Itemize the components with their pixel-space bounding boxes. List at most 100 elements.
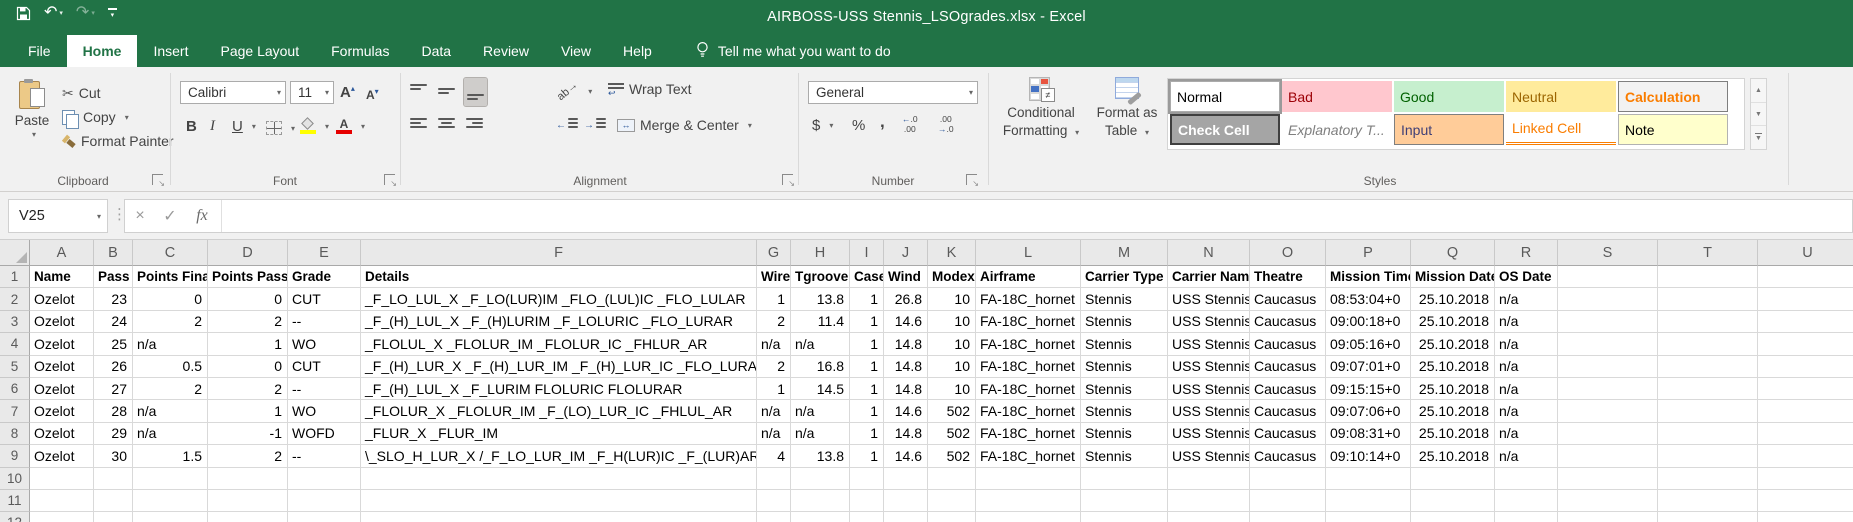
cell-E6[interactable]: --: [288, 378, 361, 400]
cell-R7[interactable]: n/a: [1495, 400, 1558, 422]
tab-data[interactable]: Data: [405, 35, 467, 67]
style-chip-explanatory-t[interactable]: Explanatory T...: [1282, 114, 1392, 145]
paste-button[interactable]: Paste ▾: [8, 76, 56, 139]
row-header-8[interactable]: 8: [0, 423, 30, 445]
cell-M5[interactable]: Stennis: [1081, 356, 1168, 378]
cell-P6[interactable]: 09:15:15+0: [1326, 378, 1411, 400]
cell-O11[interactable]: [1250, 490, 1326, 512]
shrink-font-button[interactable]: A▾: [366, 83, 379, 105]
cell-C1[interactable]: Points Final: [133, 266, 208, 288]
cell-H11[interactable]: [791, 490, 850, 512]
cell-L2[interactable]: FA-18C_hornet: [976, 288, 1081, 310]
font-size-dropdown-icon[interactable]: ▾: [325, 88, 329, 97]
cell-O8[interactable]: Caucasus: [1250, 423, 1326, 445]
cut-button[interactable]: ✂ Cut: [62, 82, 101, 104]
cell-C7[interactable]: n/a: [133, 400, 208, 422]
alignment-dialog-launcher-icon[interactable]: [782, 174, 793, 185]
row-header-12[interactable]: 12: [0, 512, 30, 522]
cell-G5[interactable]: 2: [757, 356, 791, 378]
row-header-9[interactable]: 9: [0, 445, 30, 467]
cell-E12[interactable]: [288, 512, 361, 522]
cell-U8[interactable]: [1758, 423, 1853, 445]
select-all-corner[interactable]: [0, 240, 30, 266]
style-chip-neutral[interactable]: Neutral: [1506, 81, 1616, 112]
cell-T5[interactable]: [1658, 356, 1758, 378]
col-header-F[interactable]: F: [361, 240, 757, 266]
cell-N2[interactable]: USS Stennis: [1168, 288, 1250, 310]
cell-D5[interactable]: 0: [208, 356, 288, 378]
copy-dropdown-icon[interactable]: ▾: [125, 113, 129, 122]
cell-S10[interactable]: [1558, 468, 1658, 490]
cell-N4[interactable]: USS Stennis: [1168, 333, 1250, 355]
cell-G8[interactable]: n/a: [757, 423, 791, 445]
cell-L1[interactable]: Airframe: [976, 266, 1081, 288]
cell-E2[interactable]: CUT: [288, 288, 361, 310]
percent-style-button[interactable]: %: [852, 114, 865, 136]
cell-A4[interactable]: Ozelot: [30, 333, 94, 355]
cell-C6[interactable]: 2: [133, 378, 208, 400]
cell-I6[interactable]: 1: [850, 378, 884, 400]
cell-K5[interactable]: 10: [928, 356, 976, 378]
cell-H6[interactable]: 14.5: [791, 378, 850, 400]
cell-G3[interactable]: 2: [757, 311, 791, 333]
cell-H2[interactable]: 13.8: [791, 288, 850, 310]
cell-D10[interactable]: [208, 468, 288, 490]
cell-U2[interactable]: [1758, 288, 1853, 310]
cell-O5[interactable]: Caucasus: [1250, 356, 1326, 378]
paste-dropdown-icon[interactable]: ▾: [32, 130, 36, 139]
cell-U4[interactable]: [1758, 333, 1853, 355]
increase-decimal-button[interactable]: ←.0.00: [902, 114, 918, 136]
col-header-L[interactable]: L: [976, 240, 1081, 266]
col-header-N[interactable]: N: [1168, 240, 1250, 266]
cell-G9[interactable]: 4: [757, 445, 791, 467]
cell-O12[interactable]: [1250, 512, 1326, 522]
decrease-indent-button[interactable]: ←: [556, 114, 578, 136]
cell-J4[interactable]: 14.8: [884, 333, 928, 355]
cell-P7[interactable]: 09:07:06+0: [1326, 400, 1411, 422]
align-middle-button[interactable]: [438, 80, 455, 102]
cell-A2[interactable]: Ozelot: [30, 288, 94, 310]
font-color-button[interactable]: A ▾: [336, 115, 365, 137]
cell-P2[interactable]: 08:53:04+0: [1326, 288, 1411, 310]
cell-G4[interactable]: n/a: [757, 333, 791, 355]
cell-O9[interactable]: Caucasus: [1250, 445, 1326, 467]
cell-Q5[interactable]: 25.10.2018: [1411, 356, 1495, 378]
align-bottom-button[interactable]: [464, 78, 487, 106]
cell-O2[interactable]: Caucasus: [1250, 288, 1326, 310]
cell-R5[interactable]: n/a: [1495, 356, 1558, 378]
cell-A7[interactable]: Ozelot: [30, 400, 94, 422]
cell-C5[interactable]: 0.5: [133, 356, 208, 378]
cell-E9[interactable]: --: [288, 445, 361, 467]
cell-N10[interactable]: [1168, 468, 1250, 490]
cell-N9[interactable]: USS Stennis: [1168, 445, 1250, 467]
col-header-K[interactable]: K: [928, 240, 976, 266]
cell-G11[interactable]: [757, 490, 791, 512]
number-dialog-launcher-icon[interactable]: [966, 174, 977, 185]
cell-K10[interactable]: [928, 468, 976, 490]
cell-E8[interactable]: WOFD: [288, 423, 361, 445]
copy-button[interactable]: Copy ▾: [62, 106, 129, 128]
cell-T6[interactable]: [1658, 378, 1758, 400]
cell-T9[interactable]: [1658, 445, 1758, 467]
cell-Q4[interactable]: 25.10.2018: [1411, 333, 1495, 355]
align-center-button[interactable]: [438, 114, 455, 136]
cell-S3[interactable]: [1558, 311, 1658, 333]
accounting-dropdown-icon[interactable]: ▾: [829, 121, 833, 130]
cell-A11[interactable]: [30, 490, 94, 512]
cell-F4[interactable]: _FLOLUL_X _FLOLUR_IM _FLOLUR_IC _FHLUR_A…: [361, 333, 757, 355]
cell-B4[interactable]: 25: [94, 333, 133, 355]
cell-B9[interactable]: 30: [94, 445, 133, 467]
cell-S11[interactable]: [1558, 490, 1658, 512]
cell-Q10[interactable]: [1411, 468, 1495, 490]
col-header-I[interactable]: I: [850, 240, 884, 266]
cell-H3[interactable]: 11.4: [791, 311, 850, 333]
cell-T11[interactable]: [1658, 490, 1758, 512]
orientation-dropdown-icon[interactable]: ▾: [588, 87, 592, 96]
underline-button[interactable]: U ▾: [232, 115, 256, 137]
cell-L10[interactable]: [976, 468, 1081, 490]
cell-Q11[interactable]: [1411, 490, 1495, 512]
cell-E10[interactable]: [288, 468, 361, 490]
cell-P9[interactable]: 09:10:14+0: [1326, 445, 1411, 467]
cell-P3[interactable]: 09:00:18+0: [1326, 311, 1411, 333]
cell-A6[interactable]: Ozelot: [30, 378, 94, 400]
